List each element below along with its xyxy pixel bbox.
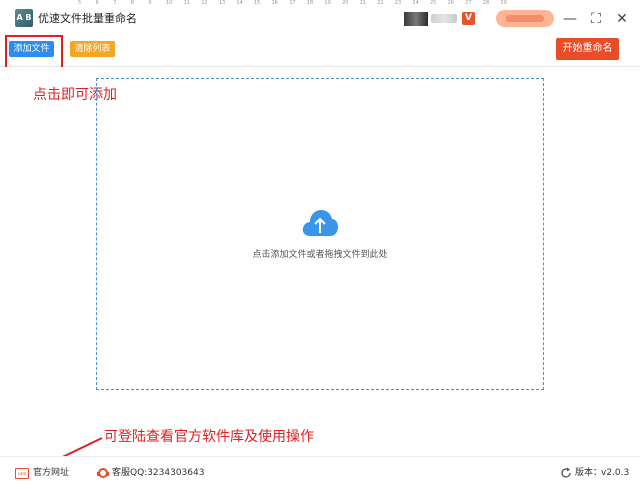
support-qq[interactable]: 客服QQ:3234303643 <box>112 467 204 479</box>
close-button[interactable]: ✕ <box>613 10 631 28</box>
clear-list-button[interactable]: 清除列表 <box>70 41 115 57</box>
version-label: 版本： <box>575 468 603 478</box>
website-icon[interactable]: com <box>15 468 29 479</box>
toolbar: 添加文件 清除列表 开始重命名 <box>0 32 640 67</box>
window-title: 优速文件批量重命名 <box>38 12 137 25</box>
customer-service-icon[interactable] <box>96 466 110 480</box>
status-bar: com 官方网址 客服QQ:3234303643 版本： v2.0.3 <box>0 456 640 489</box>
user-name[interactable] <box>431 14 457 23</box>
drop-zone-hint: 点击添加文件或者拖拽文件到此处 <box>252 250 388 260</box>
official-site-link[interactable]: 官方网址 <box>33 467 69 479</box>
title-bar: A B 优速文件批量重命名 V — ⛶ ✕ <box>0 6 640 32</box>
vip-icon[interactable]: V <box>462 12 475 25</box>
cloud-upload-icon[interactable] <box>301 208 339 238</box>
maximize-button[interactable]: ⛶ <box>587 10 605 28</box>
minimize-button[interactable]: — <box>561 10 579 28</box>
user-avatar[interactable] <box>404 12 428 26</box>
start-rename-button[interactable]: 开始重命名 <box>556 38 619 60</box>
refresh-icon[interactable] <box>560 467 572 479</box>
app-logo-icon: A B <box>15 9 33 27</box>
version-value: v2.0.3 <box>601 468 630 478</box>
promo-button[interactable] <box>496 10 554 27</box>
annotation-site-hint: 可登陆查看官方软件库及使用操作 <box>104 429 314 445</box>
